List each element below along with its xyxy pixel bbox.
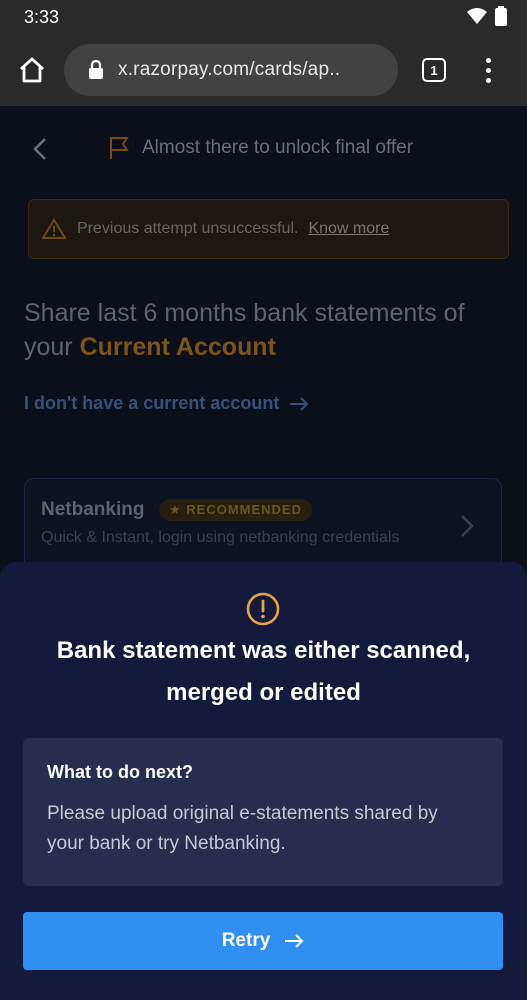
dot-icon (485, 57, 491, 63)
retry-button[interactable]: Retry (23, 912, 503, 970)
info-title: What to do next? (47, 762, 193, 782)
back-button[interactable] (30, 136, 50, 167)
no-current-account-link[interactable]: I don't have a current account (24, 393, 309, 414)
heading-accent: Current Account (79, 333, 276, 361)
retry-label: Retry (221, 930, 271, 951)
tab-switcher-button[interactable]: 1 (422, 58, 446, 82)
alert-text: Previous attempt unsuccessful. (77, 220, 299, 237)
status-bar: 3:33 (0, 0, 527, 34)
battery-icon (495, 6, 507, 26)
no-account-label: I don't have a current account (24, 393, 280, 413)
page-header: Almost there to unlock final offer (108, 136, 413, 160)
error-bottom-sheet: Bank statement was either scanned, merge… (0, 562, 527, 1000)
browser-toolbar: x.razorpay.com/cards/ap.. 1 (0, 34, 527, 106)
warning-icon (41, 218, 67, 239)
status-time: 3:33 (24, 7, 60, 27)
dot-icon (485, 77, 491, 83)
sheet-title-line2: merged or edited (166, 679, 361, 706)
wifi-icon (467, 8, 487, 24)
know-more-link[interactable]: Know more (308, 220, 389, 238)
home-icon (20, 57, 44, 83)
next-steps-box: What to do next? Please upload original … (23, 738, 503, 886)
chevron-left-icon (33, 138, 46, 160)
share-heading: Share last 6 months bank statements of y… (24, 296, 504, 364)
info-text: Please upload original e-statements shar… (47, 803, 438, 854)
sheet-title: Bank statement was either scanned, merge… (20, 630, 507, 714)
chevron-right-icon (461, 515, 474, 537)
option-title: Netbanking (41, 499, 145, 520)
arrow-right-icon (290, 396, 309, 411)
home-button[interactable] (16, 54, 48, 86)
recommended-badge: ★ RECOMMENDED (159, 499, 312, 521)
status-icons (467, 6, 507, 26)
option-subtitle: Quick & Instant, login using netbanking … (41, 529, 400, 546)
dot-icon (485, 67, 491, 73)
sheet-title-line1: Bank statement was either scanned, (56, 637, 471, 664)
lock-icon (88, 60, 104, 80)
alert-banner: Previous attempt unsuccessful. Know more (28, 199, 509, 259)
flag-icon (110, 137, 129, 159)
alert-circle-icon (246, 592, 280, 626)
header-text: Almost there to unlock final offer (142, 137, 414, 158)
url-text: x.razorpay.com/cards/ap.. (118, 59, 341, 80)
address-bar[interactable]: x.razorpay.com/cards/ap.. (64, 44, 398, 96)
arrow-right-icon (285, 934, 304, 948)
overflow-menu-button[interactable] (478, 54, 498, 86)
